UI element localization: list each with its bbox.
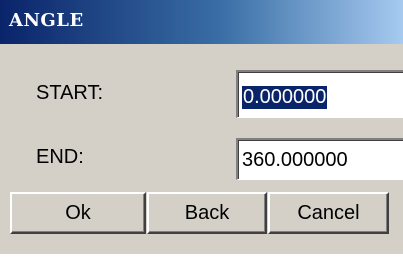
start-input[interactable]: 0.000000 bbox=[236, 70, 403, 118]
end-input[interactable]: 360.000000 bbox=[236, 138, 403, 180]
start-label: START: bbox=[36, 82, 104, 104]
end-value: 360.000000 bbox=[242, 149, 348, 171]
start-value: 0.000000 bbox=[242, 86, 328, 109]
angle-dialog: ANGLE START: 0.000000 END: 360.000000 Ok… bbox=[0, 0, 403, 258]
dialog-bottom-edge bbox=[0, 254, 403, 258]
cancel-button[interactable]: Cancel bbox=[268, 192, 389, 234]
end-label: END: bbox=[36, 146, 84, 168]
ok-button[interactable]: Ok bbox=[10, 192, 146, 234]
title-bar[interactable]: ANGLE bbox=[0, 0, 403, 44]
window-title: ANGLE bbox=[9, 10, 84, 31]
back-button[interactable]: Back bbox=[147, 192, 267, 234]
